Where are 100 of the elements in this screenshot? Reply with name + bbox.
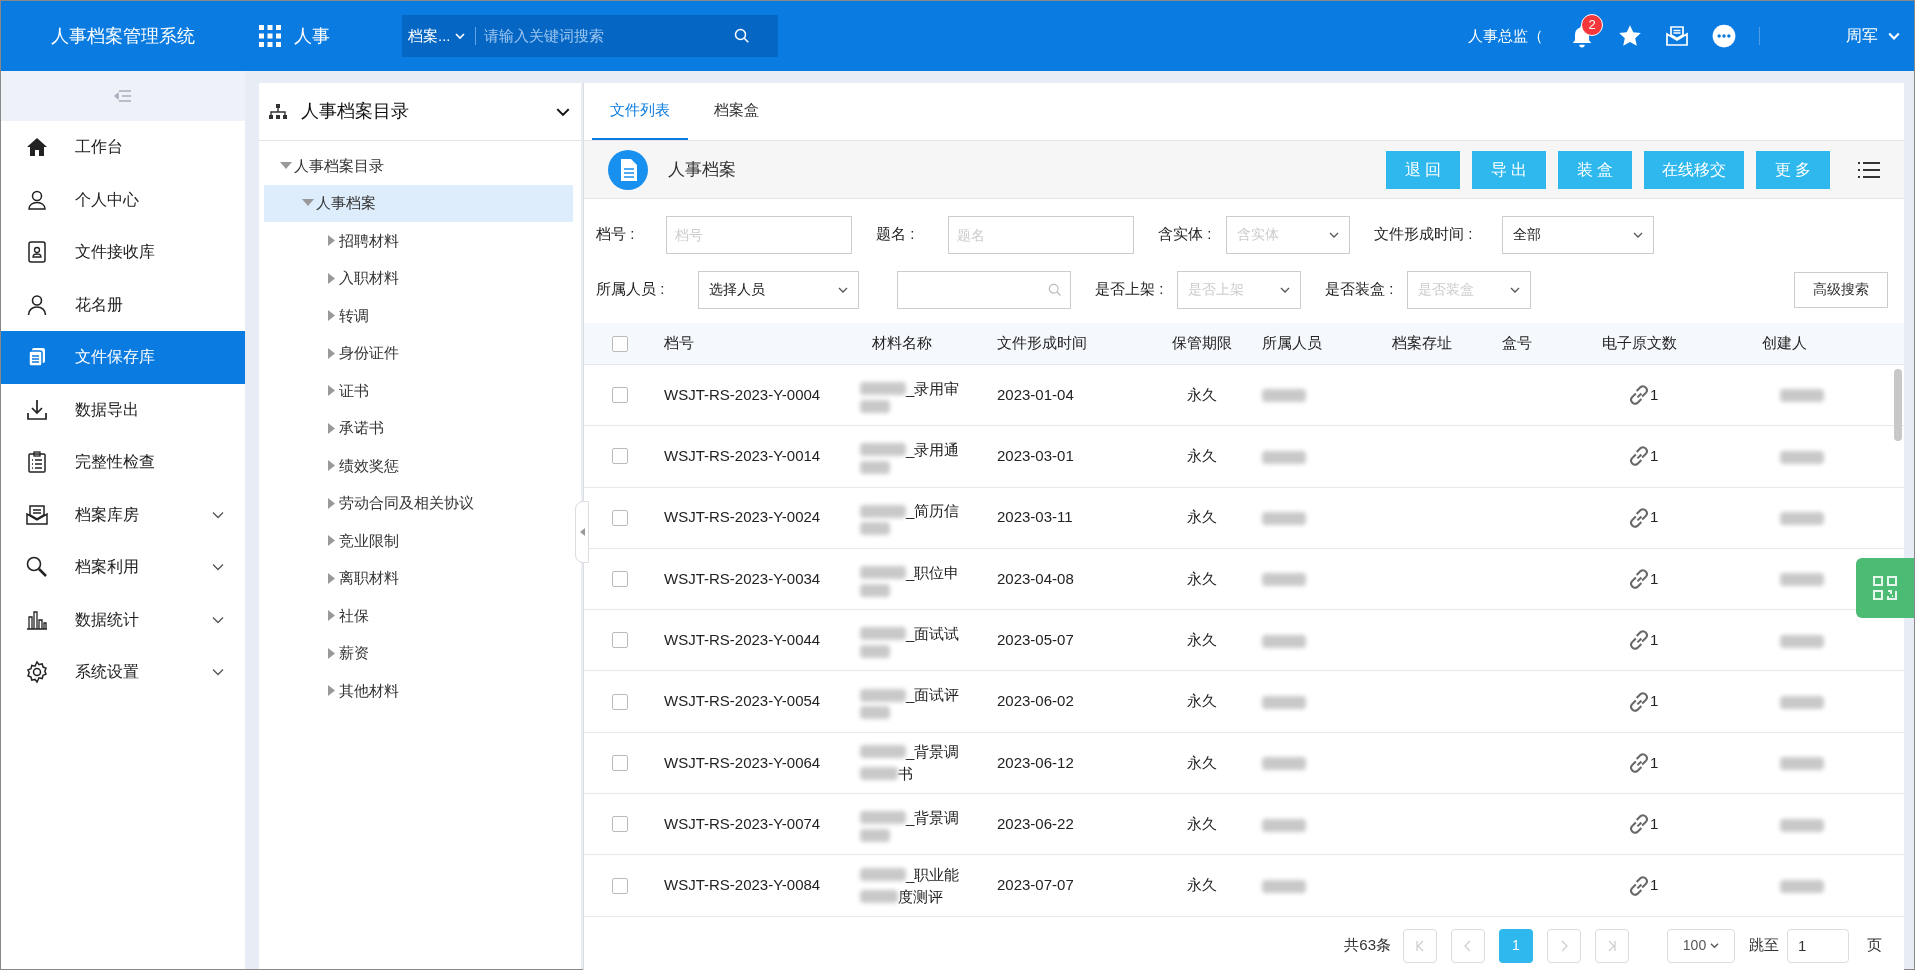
- next-page-button[interactable]: [1547, 928, 1581, 963]
- tree-node[interactable]: 招聘材料: [264, 222, 573, 260]
- sidebar-item[interactable]: 数据导出: [1, 383, 245, 436]
- select-field[interactable]: 全部: [1502, 215, 1654, 254]
- previous-page-button[interactable]: [1451, 928, 1485, 963]
- user-menu[interactable]: 周军: [1846, 24, 1900, 48]
- grid-icon[interactable]: [258, 24, 282, 48]
- first-page-icon: [1415, 939, 1425, 952]
- table-cell-text: 永久: [1186, 630, 1218, 651]
- triangle-right-icon: [328, 535, 335, 547]
- triangle-right-icon: [328, 235, 335, 247]
- column-header: 档号: [663, 333, 695, 354]
- hierarchy-icon: [269, 103, 287, 120]
- table-cell-text: WSJT-RS-2023-Y-0044: [663, 630, 822, 651]
- tree-node[interactable]: 入职材料: [264, 259, 573, 297]
- checkbox[interactable]: [612, 877, 628, 894]
- tree-node[interactable]: 竞业限制: [264, 522, 573, 560]
- advanced-search-button[interactable]: 高级搜索: [1794, 271, 1888, 308]
- checkbox[interactable]: [612, 693, 628, 710]
- sidebar-item[interactable]: 档案库房: [1, 488, 245, 541]
- tab[interactable]: 档案盒: [696, 82, 777, 140]
- tree-node[interactable]: 劳动合同及相关协议: [264, 484, 573, 522]
- checkbox[interactable]: [612, 509, 628, 526]
- table-cell-text: 2023-01-04: [997, 384, 1075, 405]
- search-icon[interactable]: [733, 28, 750, 44]
- qr-button[interactable]: [1856, 558, 1914, 618]
- tree-node[interactable]: 证书: [264, 372, 573, 410]
- checkbox[interactable]: [612, 448, 628, 465]
- triangle-right-icon: [328, 347, 335, 359]
- sidebar-item[interactable]: 完整性检查: [1, 436, 245, 489]
- blurred-text: [860, 767, 898, 781]
- search-field[interactable]: [897, 270, 1071, 309]
- table-cell-text: 2023-05-07: [997, 630, 1075, 651]
- table-cell-text: 1: [1650, 691, 1659, 712]
- sidebar-item[interactable]: 档案利用: [1, 541, 245, 594]
- checkbox[interactable]: [612, 571, 628, 588]
- checkbox[interactable]: [612, 632, 628, 649]
- last-page-button[interactable]: [1595, 928, 1629, 963]
- sidebar-item[interactable]: 系统设置: [1, 646, 245, 699]
- checkbox[interactable]: [612, 335, 628, 352]
- search-bar[interactable]: 档案... 请输入关键词搜索: [402, 15, 778, 57]
- chat-icon[interactable]: [1711, 23, 1737, 49]
- settings-icon: [25, 660, 49, 685]
- table-cell-text: 1: [1650, 446, 1659, 467]
- sidebar-item[interactable]: 个人中心: [1, 173, 245, 226]
- page-size-select[interactable]: 100: [1667, 928, 1735, 963]
- blurred-text: [860, 443, 906, 457]
- blurred-text: [1262, 757, 1306, 771]
- column-header: 保管期限: [1171, 333, 1233, 354]
- blurred-text: [1780, 879, 1824, 893]
- clipboard-icon: [25, 450, 49, 475]
- checkbox[interactable]: [612, 754, 628, 771]
- sidebar-item[interactable]: 文件接收库: [1, 226, 245, 279]
- column-header: 电子原文数: [1602, 333, 1678, 354]
- tree-node[interactable]: 转调: [264, 297, 573, 335]
- blurred-text: [1262, 512, 1306, 525]
- first-page-button[interactable]: [1403, 928, 1437, 963]
- blurred-text: [1780, 450, 1824, 464]
- table-cell-text: 2023-03-01: [997, 446, 1075, 467]
- blurred-text: [1262, 818, 1306, 832]
- blurred-text: [860, 504, 906, 518]
- triangle-right-icon: [328, 422, 335, 434]
- collapse-icon[interactable]: [114, 89, 132, 103]
- id-card-icon: [25, 240, 49, 265]
- tree-node[interactable]: 薪资: [264, 634, 573, 672]
- checkbox[interactable]: [612, 387, 628, 404]
- tree-node[interactable]: 绩效奖惩: [264, 447, 573, 485]
- tree-node[interactable]: 身份证件: [264, 334, 573, 372]
- sidebar-item[interactable]: 文件保存库: [1, 331, 245, 384]
- list-menu-icon[interactable]: [1858, 160, 1880, 179]
- table-cell-text: _录用审: [906, 378, 960, 399]
- page-unit-label: 页: [1867, 935, 1882, 956]
- module-name[interactable]: 人事: [294, 22, 402, 50]
- blurred-text: [860, 644, 890, 658]
- blurred-text: [1262, 634, 1306, 648]
- triangle-right-icon: [328, 272, 335, 284]
- sidebar-item[interactable]: 数据统计: [1, 593, 245, 646]
- star-icon[interactable]: [1617, 23, 1643, 49]
- tree-node[interactable]: 人事档案目录: [264, 147, 573, 185]
- scrollbar-thumb[interactable]: [1894, 369, 1902, 441]
- checkbox[interactable]: [612, 816, 628, 833]
- tree-node[interactable]: 其他材料: [264, 672, 573, 710]
- table-cell-text: _职位申: [906, 562, 960, 583]
- blurred-text: [1780, 757, 1824, 771]
- scope-select[interactable]: 档案...: [404, 24, 469, 48]
- blurred-text: [860, 522, 890, 536]
- select-field[interactable]: 选择人员: [698, 270, 859, 309]
- sidebar-item[interactable]: 花名册: [1, 278, 245, 331]
- tree-node[interactable]: 承诺书: [264, 409, 573, 447]
- page-input[interactable]: 1: [1787, 928, 1849, 963]
- toolbar-title: 人事档案: [668, 158, 737, 181]
- tree-node[interactable]: 社保: [264, 597, 573, 635]
- link-icon: [1628, 751, 1650, 774]
- tree-node[interactable]: 离职材料: [264, 559, 573, 597]
- tree-node[interactable]: 人事档案: [264, 184, 573, 222]
- sidebar-item[interactable]: 工作台: [1, 121, 245, 174]
- search-icon: [1048, 282, 1062, 297]
- inbox-icon[interactable]: [1665, 24, 1689, 48]
- filter-label: 所属人员 :: [596, 279, 666, 300]
- collapse-handle[interactable]: [575, 501, 589, 563]
